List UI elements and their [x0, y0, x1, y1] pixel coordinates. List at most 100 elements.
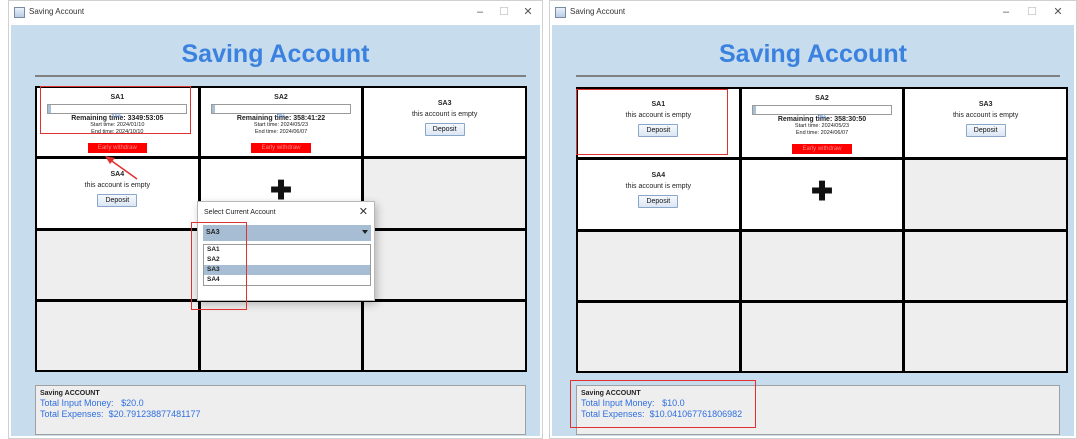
- total-input-label: Total Input Money:: [40, 398, 114, 408]
- deposit-button[interactable]: Deposit: [638, 195, 679, 209]
- deposit-button[interactable]: Deposit: [638, 124, 679, 137]
- total-expenses-label: Total Expenses:: [581, 409, 645, 419]
- account-card-sa2: SA2 0% Remaining time: 358:41:22 Start t…: [200, 88, 362, 157]
- account-card-sa4: SA4 this account is empty Deposit: [578, 160, 739, 229]
- start-time: Start time: 2024/05/23: [253, 122, 309, 128]
- add-account-icon[interactable]: ✚: [742, 176, 903, 207]
- maximize-button[interactable]: ☐: [1020, 4, 1044, 20]
- empty-slot: [200, 301, 362, 370]
- account-card-sa3: SA3 this account is empty Deposit: [905, 89, 1066, 158]
- progress-bar: 0%: [47, 104, 188, 120]
- account-card-sa1: SA1 this account is empty Deposit: [578, 89, 739, 158]
- summary-title: Saving ACCOUNT: [581, 390, 641, 397]
- annotation-arrow: [105, 156, 138, 180]
- total-input-label: Total Input Money:: [581, 398, 655, 408]
- account-status: this account is empty: [84, 182, 151, 190]
- start-time: Start time: 2024/01/10: [90, 122, 145, 128]
- minimize-button[interactable]: –: [994, 4, 1018, 20]
- empty-slot: [37, 301, 198, 370]
- account-dropdown-list: SA1 SA2 SA3 SA4: [203, 244, 371, 286]
- total-expenses-label: Total Expenses:: [40, 409, 104, 419]
- summary-panel: Saving ACCOUNT Total Input Money: $10.0 …: [576, 385, 1060, 435]
- content-pane: Saving Account SA1 0% Remaining time: 33…: [11, 25, 540, 436]
- empty-slot: [741, 302, 903, 371]
- account-name: SA1: [110, 94, 125, 101]
- total-input-money: Total Input Money: $10.0: [581, 398, 1055, 408]
- total-expenses: Total Expenses: $20.791238877481177: [40, 409, 521, 419]
- add-account-cell[interactable]: ✚: [741, 160, 903, 229]
- empty-slot: [37, 230, 198, 299]
- account-name: SA4: [651, 172, 666, 180]
- progress-fill: [211, 105, 215, 113]
- empty-slot: [905, 231, 1066, 300]
- dropdown-option[interactable]: SA2: [204, 255, 370, 265]
- account-name: SA3: [978, 101, 993, 108]
- title-bar: Saving Account – ☐ ✕: [550, 1, 1076, 25]
- dialog-title: Select Current Account: [204, 209, 276, 216]
- empty-slot: [741, 231, 903, 300]
- maximize-button[interactable]: ☐: [492, 4, 516, 20]
- account-select-value: SA3: [206, 229, 220, 236]
- java-app-icon: [555, 7, 566, 18]
- total-expenses: Total Expenses: $10.041067761806982: [581, 409, 1055, 419]
- account-name: SA3: [437, 100, 452, 107]
- chevron-down-icon[interactable]: [362, 230, 368, 234]
- end-time: End time: 2024/06/07: [254, 129, 308, 135]
- deposit-button[interactable]: Deposit: [97, 194, 138, 208]
- app-title: Saving Account: [181, 40, 370, 68]
- early-withdraw-button[interactable]: Early withdraw: [792, 144, 852, 154]
- early-withdraw-button[interactable]: Early withdraw: [87, 143, 147, 153]
- total-input-value: $10.0: [662, 398, 685, 408]
- progress-fill: [752, 106, 756, 114]
- account-grid: SA1 this account is empty Deposit SA2 0%…: [576, 87, 1068, 373]
- window-title: Saving Account: [570, 7, 626, 16]
- start-time: Start time: 2024/05/23: [794, 123, 850, 129]
- title-bar: Saving Account – ☐ ✕: [9, 1, 542, 25]
- empty-slot: [578, 231, 739, 300]
- account-select[interactable]: SA3: [203, 225, 371, 241]
- title-divider: [35, 75, 526, 77]
- dialog-close-button[interactable]: ✕: [359, 205, 368, 218]
- early-withdraw-button[interactable]: Early withdraw: [251, 143, 311, 153]
- progress-bar: 0%: [751, 105, 892, 121]
- dropdown-option[interactable]: SA1: [204, 245, 370, 255]
- java-app-icon: [14, 7, 25, 18]
- summary-panel: Saving ACCOUNT Total Input Money: $20.0 …: [35, 385, 526, 435]
- right-window: Saving Account – ☐ ✕ Saving Account SA1 …: [549, 0, 1077, 439]
- empty-slot: [364, 230, 525, 299]
- content-pane: Saving Account SA1 this account is empty…: [552, 25, 1074, 436]
- deposit-button[interactable]: Deposit: [424, 123, 465, 136]
- close-button[interactable]: ✕: [1046, 4, 1070, 20]
- left-window: Saving Account – ☐ ✕ Saving Account SA1 …: [8, 0, 543, 439]
- account-card-sa1: SA1 0% Remaining time: 3349:53:05 Start …: [37, 88, 198, 157]
- empty-slot: [905, 160, 1066, 229]
- summary-title: Saving ACCOUNT: [40, 390, 100, 397]
- account-status: this account is empty: [625, 112, 692, 119]
- close-button[interactable]: ✕: [516, 4, 540, 20]
- account-status: this account is empty: [411, 111, 478, 118]
- account-name: SA2: [815, 95, 829, 102]
- progress-bar: 0%: [210, 104, 351, 120]
- dropdown-option-selected[interactable]: SA3: [204, 265, 370, 275]
- account-name: SA1: [651, 101, 666, 108]
- account-card-sa3: SA3 this account is empty Deposit: [364, 88, 525, 157]
- window-title: Saving Account: [29, 7, 85, 16]
- empty-slot: [905, 302, 1066, 371]
- deposit-button[interactable]: Deposit: [965, 124, 1006, 137]
- total-input-money: Total Input Money: $20.0: [40, 398, 521, 408]
- total-expenses-value: $20.791238877481177: [108, 409, 201, 419]
- account-card-sa2: SA2 0% Remaining time: 358:30:50 Start t…: [741, 89, 903, 158]
- dropdown-option[interactable]: SA4: [204, 275, 370, 285]
- progress-text: 0%: [817, 115, 827, 121]
- account-name: SA2: [274, 94, 288, 101]
- minimize-button[interactable]: –: [468, 4, 492, 20]
- account-status: this account is empty: [952, 112, 1019, 119]
- total-expenses-value: $10.041067761806982: [649, 409, 743, 419]
- empty-slot: [364, 301, 525, 370]
- progress-text: 0%: [112, 114, 122, 120]
- account-status: this account is empty: [625, 183, 692, 191]
- app-title: Saving Account: [719, 40, 907, 68]
- total-input-value: $20.0: [121, 398, 144, 408]
- end-time: End time: 2024/10/10: [91, 129, 144, 135]
- progress-fill: [48, 105, 52, 113]
